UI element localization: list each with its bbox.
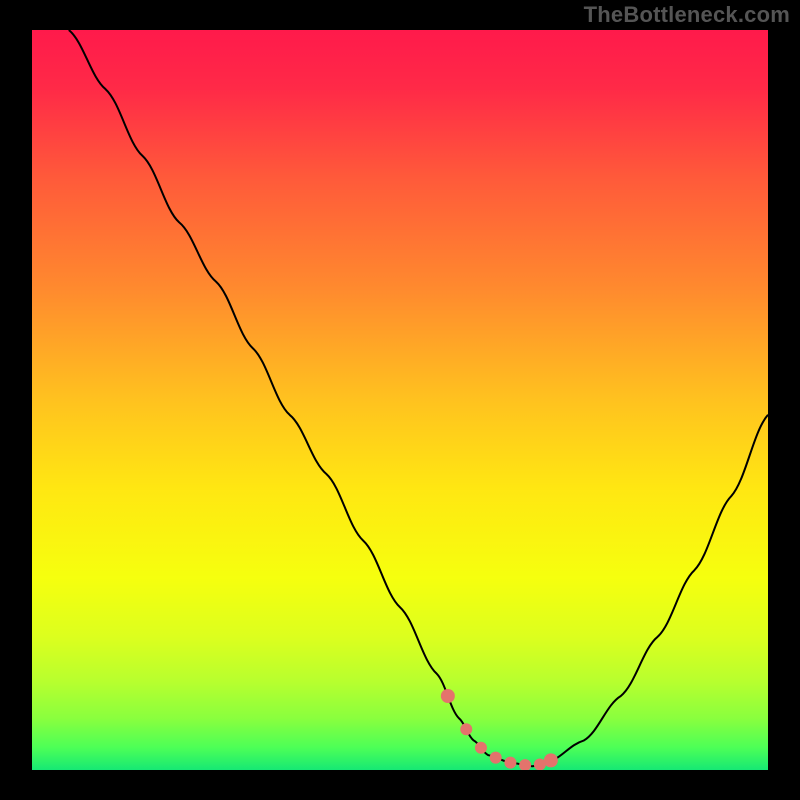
optimal-marker <box>475 742 487 754</box>
attribution-text: TheBottleneck.com <box>584 2 790 28</box>
bottleneck-chart <box>32 30 768 770</box>
optimal-marker <box>490 752 502 764</box>
optimal-marker <box>441 689 455 703</box>
gradient-background <box>32 30 768 770</box>
optimal-marker <box>544 753 558 767</box>
chart-frame: TheBottleneck.com <box>0 0 800 800</box>
optimal-marker <box>460 723 472 735</box>
optimal-marker <box>504 757 516 769</box>
